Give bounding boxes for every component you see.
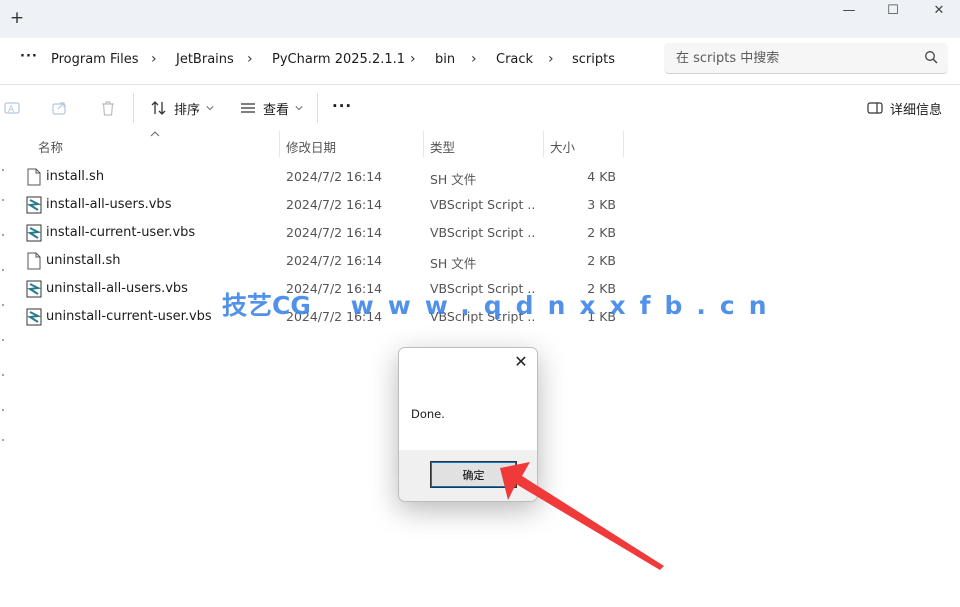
generic-file-icon xyxy=(27,252,41,270)
column-header-type[interactable]: 类型 xyxy=(430,137,455,156)
breadcrumb[interactable]: ··· Program Files › JetBrains › PyCharm … xyxy=(0,45,652,77)
dialog-title-bar[interactable]: ✕ xyxy=(399,348,537,378)
sort-icon xyxy=(151,101,166,115)
close-window-button[interactable]: ✕ xyxy=(919,3,959,21)
toolbar-divider xyxy=(317,93,318,123)
breadcrumb-item[interactable]: bin xyxy=(435,52,455,67)
watermark-url: www.qdnxxfb.cn xyxy=(350,291,781,320)
trash-icon xyxy=(102,101,114,116)
file-name: install.sh xyxy=(46,169,105,184)
chevron-right-icon[interactable]: › xyxy=(151,51,157,67)
rename-icon: A xyxy=(4,102,20,115)
sort-button[interactable]: 排序 xyxy=(150,95,214,121)
file-row[interactable]: install-all-users.vbs 2024/7/2 16:14 VBS… xyxy=(22,191,632,219)
file-type: VBScript Script ... xyxy=(430,197,536,212)
close-icon[interactable]: ✕ xyxy=(513,354,529,370)
maximize-button[interactable]: ☐ xyxy=(873,3,913,21)
address-bar: ··· Program Files › JetBrains › PyCharm … xyxy=(0,38,960,85)
vbscript-file-icon xyxy=(26,224,42,242)
file-type: VBScript Script ... xyxy=(430,225,536,240)
dialog-body: Done. xyxy=(399,378,537,450)
vbscript-file-icon xyxy=(26,196,42,214)
chevron-down-icon xyxy=(295,106,303,111)
file-size: 2 KB xyxy=(587,253,616,268)
file-name: uninstall-current-user.vbs xyxy=(46,309,212,324)
file-size: 4 KB xyxy=(587,169,616,184)
column-divider[interactable] xyxy=(279,131,280,157)
breadcrumb-item[interactable]: Program Files xyxy=(51,52,139,67)
file-row[interactable]: install.sh 2024/7/2 16:14 SH 文件 4 KB xyxy=(22,163,632,191)
vbscript-file-icon xyxy=(26,308,42,326)
navigation-pane-edge[interactable] xyxy=(0,140,6,460)
chevron-right-icon[interactable]: › xyxy=(247,51,253,67)
column-divider[interactable] xyxy=(623,131,624,157)
file-row[interactable]: uninstall.sh 2024/7/2 16:14 SH 文件 2 KB xyxy=(22,247,632,275)
file-modified: 2024/7/2 16:14 xyxy=(286,253,383,268)
vbscript-file-icon xyxy=(26,280,42,298)
chevron-down-icon xyxy=(206,106,214,111)
file-type: SH 文件 xyxy=(430,172,477,187)
toolbar-divider xyxy=(133,93,134,123)
svg-text:A: A xyxy=(8,105,15,115)
breadcrumb-item[interactable]: PyCharm 2025.2.1.1 xyxy=(272,52,405,67)
more-options-button[interactable]: ··· xyxy=(332,93,352,119)
file-size: 3 KB xyxy=(587,197,616,212)
sort-ascending-icon xyxy=(150,131,160,137)
rename-button[interactable]: A xyxy=(4,95,22,121)
file-modified: 2024/7/2 16:14 xyxy=(286,225,383,240)
file-name: install-all-users.vbs xyxy=(46,197,172,212)
search-box[interactable] xyxy=(664,43,948,74)
minimize-button[interactable]: — xyxy=(829,3,869,21)
column-header-name[interactable]: 名称 xyxy=(38,137,63,156)
annotation-arrow xyxy=(500,462,664,570)
sort-label: 排序 xyxy=(174,102,201,118)
file-name: uninstall.sh xyxy=(46,253,121,268)
file-modified: 2024/7/2 16:14 xyxy=(286,197,383,212)
chevron-right-icon[interactable]: › xyxy=(471,51,477,67)
file-row[interactable]: install-current-user.vbs 2024/7/2 16:14 … xyxy=(22,219,632,247)
details-label: 详细信息 xyxy=(890,102,943,118)
column-header-row: 名称 修改日期 类型 大小 xyxy=(0,131,624,157)
new-tab-button[interactable]: + xyxy=(9,9,25,27)
title-bar: + — ☐ ✕ xyxy=(0,0,960,38)
file-modified: 2024/7/2 16:14 xyxy=(286,169,383,184)
chevron-right-icon[interactable]: › xyxy=(548,51,554,67)
file-size: 2 KB xyxy=(587,225,616,240)
column-divider[interactable] xyxy=(543,131,544,157)
file-type: SH 文件 xyxy=(430,256,477,271)
column-divider[interactable] xyxy=(423,131,424,157)
search-icon[interactable] xyxy=(924,50,938,64)
share-icon xyxy=(52,102,66,115)
delete-button[interactable] xyxy=(99,95,117,121)
share-button[interactable] xyxy=(51,95,69,121)
details-pane-button[interactable]: 详细信息 xyxy=(866,95,942,121)
view-label: 查看 xyxy=(263,102,290,118)
breadcrumb-item[interactable]: Crack xyxy=(496,52,533,67)
breadcrumb-more-button[interactable]: ··· xyxy=(20,49,38,64)
watermark-brand: 技艺CG xyxy=(222,291,311,320)
details-pane-icon xyxy=(867,102,883,114)
breadcrumb-item[interactable]: JetBrains xyxy=(176,52,234,67)
column-header-modified[interactable]: 修改日期 xyxy=(286,137,336,156)
file-name: install-current-user.vbs xyxy=(46,225,196,240)
dialog-message: Done. xyxy=(411,407,445,421)
watermark: 技艺CG www.qdnxxfb.cn xyxy=(222,286,781,322)
generic-file-icon xyxy=(27,168,41,186)
file-name: uninstall-all-users.vbs xyxy=(46,281,188,296)
command-bar: A 排序 查看 ··· 详细信息 xyxy=(0,85,960,131)
chevron-right-icon[interactable]: › xyxy=(410,51,416,67)
column-header-size[interactable]: 大小 xyxy=(550,137,575,156)
list-view-icon xyxy=(241,103,255,113)
view-button[interactable]: 查看 xyxy=(239,95,303,121)
breadcrumb-item-current[interactable]: scripts xyxy=(572,52,615,67)
search-input[interactable] xyxy=(676,49,916,67)
